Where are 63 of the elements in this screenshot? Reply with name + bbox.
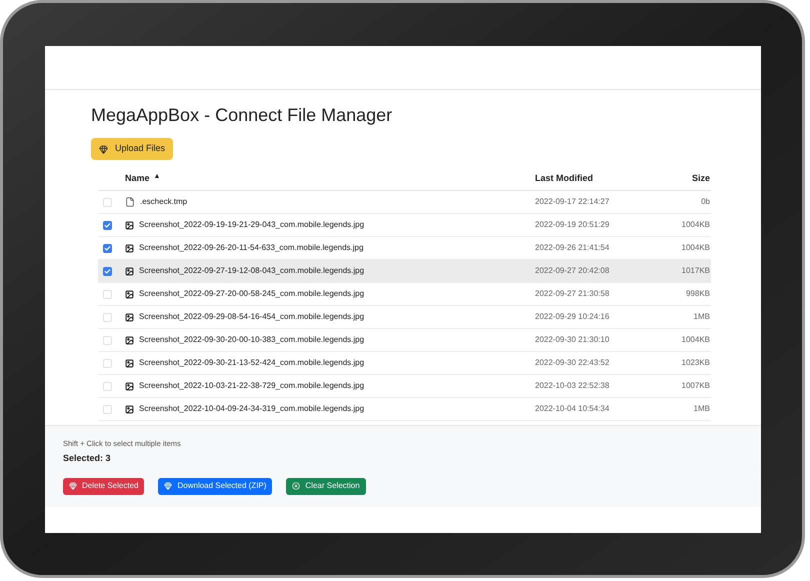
selected-count: Selected: 3 bbox=[63, 452, 112, 466]
file-size: 1023KB bbox=[680, 357, 710, 369]
gem-icon bbox=[69, 482, 77, 490]
checkbox[interactable] bbox=[103, 336, 112, 344]
file-name: Screenshot_2022-09-27-19-12-08-043_com.mobile.legends.jpg bbox=[139, 265, 364, 277]
modified-date: 2022-09-27 21:30:58 bbox=[535, 288, 610, 300]
file-size: 1007KB bbox=[680, 380, 710, 392]
file-name: Screenshot_2022-10-04-09-24-34-319_com.mobile.legends.jpg bbox=[139, 403, 364, 415]
file-size: 1004KB bbox=[680, 242, 710, 254]
modified-date: 2022-09-27 20:42:08 bbox=[535, 265, 610, 277]
column-header[interactable]: Size bbox=[645, 172, 710, 186]
image-icon bbox=[125, 336, 134, 344]
file-name: .escheck.tmp bbox=[140, 196, 188, 208]
file-size: 1004KB bbox=[680, 219, 710, 231]
checkbox[interactable] bbox=[103, 266, 112, 276]
checkbox[interactable] bbox=[103, 382, 112, 390]
image-icon bbox=[125, 290, 134, 298]
modified-date: 2022-09-19 20:51:29 bbox=[535, 219, 610, 231]
modified-date: 2022-09-29 10:24:16 bbox=[535, 311, 610, 323]
column-header[interactable]: Last Modified bbox=[535, 172, 645, 186]
file-name: Screenshot_2022-10-03-21-22-38-729_com.mobile.legends.jpg bbox=[139, 380, 364, 392]
checkbox[interactable] bbox=[103, 404, 112, 414]
checkbox[interactable] bbox=[103, 198, 112, 206]
file-size: 1MB bbox=[692, 403, 710, 415]
download-button[interactable]: Download Selected (ZIP) bbox=[158, 478, 272, 495]
gem-icon bbox=[99, 144, 108, 154]
modified-date: 2022-09-17 22:14:27 bbox=[535, 196, 610, 208]
modified-date: 2022-09-30 22:43:52 bbox=[535, 357, 610, 369]
close-icon bbox=[292, 482, 300, 490]
image-icon bbox=[125, 404, 134, 414]
file-name: Screenshot_2022-09-30-21-13-52-424_com.mobile.legends.jpg bbox=[139, 357, 364, 369]
image-icon bbox=[125, 220, 134, 230]
checkbox[interactable] bbox=[103, 358, 112, 368]
file-icon bbox=[125, 197, 135, 207]
image-icon bbox=[125, 312, 134, 322]
image-icon bbox=[125, 266, 134, 276]
file-size: 998KB bbox=[684, 288, 710, 300]
checkbox[interactable] bbox=[103, 290, 112, 298]
file-name: Screenshot_2022-09-30-20-00-10-383_com.mobile.legends.jpg bbox=[139, 334, 364, 346]
modified-date: 2022-10-04 10:54:34 bbox=[535, 403, 610, 415]
page-title: MegaAppBox - Connect File Manager bbox=[91, 104, 394, 126]
gem-icon bbox=[164, 482, 172, 490]
checkbox[interactable] bbox=[103, 244, 112, 252]
upload-button[interactable]: Upload Files bbox=[91, 138, 174, 160]
clear-button[interactable]: Clear Selection bbox=[286, 478, 366, 495]
file-name: Screenshot_2022-09-29-08-54-16-454_com.mobile.legends.jpg bbox=[139, 311, 364, 323]
image-icon bbox=[125, 244, 134, 252]
file-size: 1017KB bbox=[680, 265, 710, 277]
file-name: Screenshot_2022-09-19-19-21-29-043_com.mobile.legends.jpg bbox=[139, 219, 364, 231]
image-icon bbox=[125, 358, 134, 368]
modified-date: 2022-10-03 22:52:38 bbox=[535, 380, 610, 392]
file-row[interactable]: Screenshot_2022-09-27-19-12-08-043_com.mobile.legends.jpg 2022-09-27 20:42:08 1017KB bbox=[98, 260, 711, 283]
file-name: Screenshot_2022-09-26-20-11-54-633_com.mobile.legends.jpg bbox=[139, 242, 364, 254]
file-size: 1004KB bbox=[680, 334, 710, 346]
file-name: Screenshot_2022-09-27-20-00-58-245_com.mobile.legends.jpg bbox=[139, 288, 364, 300]
checkbox[interactable] bbox=[103, 220, 112, 230]
file-size: 1MB bbox=[692, 311, 710, 323]
delete-button[interactable]: Delete Selected bbox=[63, 478, 144, 495]
image-icon bbox=[125, 382, 134, 390]
modified-date: 2022-09-26 21:41:54 bbox=[535, 242, 610, 254]
checkbox[interactable] bbox=[103, 312, 112, 322]
modified-date: 2022-09-30 21:30:10 bbox=[535, 334, 610, 346]
file-size: 0b bbox=[700, 196, 710, 208]
